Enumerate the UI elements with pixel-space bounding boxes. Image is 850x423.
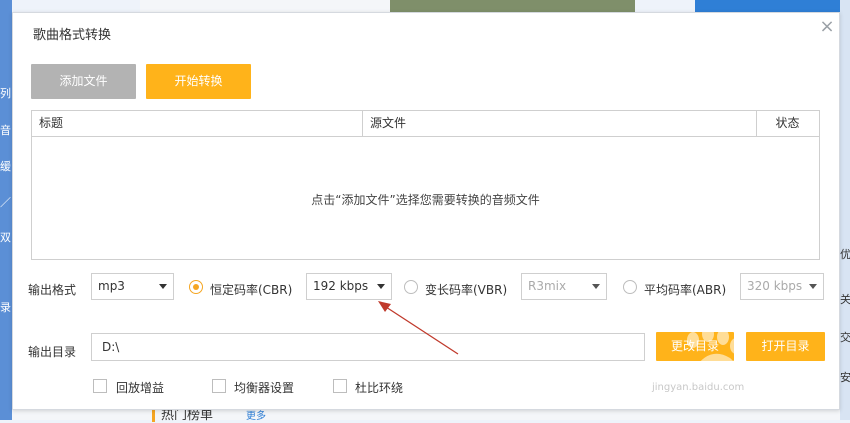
background-header <box>695 0 850 12</box>
vbr-radio[interactable] <box>404 280 418 294</box>
close-icon[interactable]: × <box>817 17 837 37</box>
dolby-checkbox[interactable] <box>333 379 347 393</box>
replay-gain-checkbox[interactable] <box>93 379 107 393</box>
format-convert-dialog: 歌曲格式转换 × 添加文件 开始转换 标题 源文件 状态 点击“添加文件”选择您… <box>12 12 840 410</box>
equalizer-label[interactable]: 均衡器设置 <box>234 379 294 396</box>
background-bottom: 热门榜单 更多 <box>12 408 840 423</box>
background-sidebar: 列 音 缓 ／ 双 录 <box>0 0 12 420</box>
replay-gain-label[interactable]: 回放增益 <box>116 379 164 396</box>
background-right-char: 优 <box>840 248 850 261</box>
output-dir-label: 输出目录 <box>28 345 77 359</box>
background-sidebar-char: 列 <box>0 87 11 100</box>
file-table: 标题 源文件 状态 点击“添加文件”选择您需要转换的音频文件 <box>31 110 820 260</box>
column-header-source[interactable]: 源文件 <box>370 111 406 136</box>
vbr-preset-value: R3mix <box>528 279 567 293</box>
background-right-panel: 优 关 交 安 <box>840 0 850 420</box>
background-sidebar-char: 缓 <box>0 160 11 173</box>
format-select[interactable]: mp3 <box>91 273 174 300</box>
column-header-status[interactable]: 状态 <box>756 111 819 136</box>
dolby-label[interactable]: 杜比环绕 <box>355 379 403 396</box>
background-strip <box>140 0 390 12</box>
abr-label[interactable]: 平均码率(ABR) <box>644 281 726 298</box>
format-select-value: mp3 <box>98 279 125 293</box>
cbr-bitrate-select[interactable]: 192 kbps <box>306 273 392 300</box>
change-dir-button[interactable]: 更改目录 <box>656 332 734 361</box>
empty-table-hint: 点击“添加文件”选择您需要转换的音频文件 <box>311 193 540 207</box>
background-sidebar-char: 音 <box>0 124 11 137</box>
dialog-title: 歌曲格式转换 <box>33 28 112 43</box>
background-photo <box>390 0 635 12</box>
background-sidebar-char: ／ <box>0 196 11 209</box>
abr-bitrate-select[interactable]: 320 kbps <box>740 273 824 300</box>
abr-radio[interactable] <box>623 280 637 294</box>
background-right-char: 安 <box>840 371 850 384</box>
output-format-label: 输出格式 <box>28 283 77 297</box>
vbr-preset-select[interactable]: R3mix <box>521 273 607 300</box>
chevron-down-icon <box>809 284 817 289</box>
equalizer-checkbox[interactable] <box>212 379 226 393</box>
vbr-label[interactable]: 变长码率(VBR) <box>425 281 507 298</box>
hot-chart-label: 热门榜单 <box>161 408 214 423</box>
cbr-label[interactable]: 恒定码率(CBR) <box>210 281 292 298</box>
add-file-button[interactable]: 添加文件 <box>31 64 136 99</box>
background-sidebar-char: 双 <box>0 231 11 244</box>
open-dir-button[interactable]: 打开目录 <box>746 332 825 361</box>
background-right-char: 关 <box>840 293 850 306</box>
column-header-title[interactable]: 标题 <box>39 111 63 136</box>
chevron-down-icon <box>377 284 385 289</box>
column-divider[interactable] <box>362 111 363 136</box>
abr-bitrate-value: 320 kbps <box>747 279 803 293</box>
chevron-down-icon <box>592 284 600 289</box>
output-dir-input[interactable]: D:\ <box>91 333 645 361</box>
start-convert-button[interactable]: 开始转换 <box>146 64 251 99</box>
cbr-radio[interactable] <box>189 280 203 294</box>
cbr-bitrate-value: 192 kbps <box>313 279 369 293</box>
table-header: 标题 源文件 状态 <box>32 111 819 137</box>
background-sidebar-char: 录 <box>0 301 11 314</box>
background-right-char: 交 <box>840 331 850 344</box>
chevron-down-icon <box>159 284 167 289</box>
